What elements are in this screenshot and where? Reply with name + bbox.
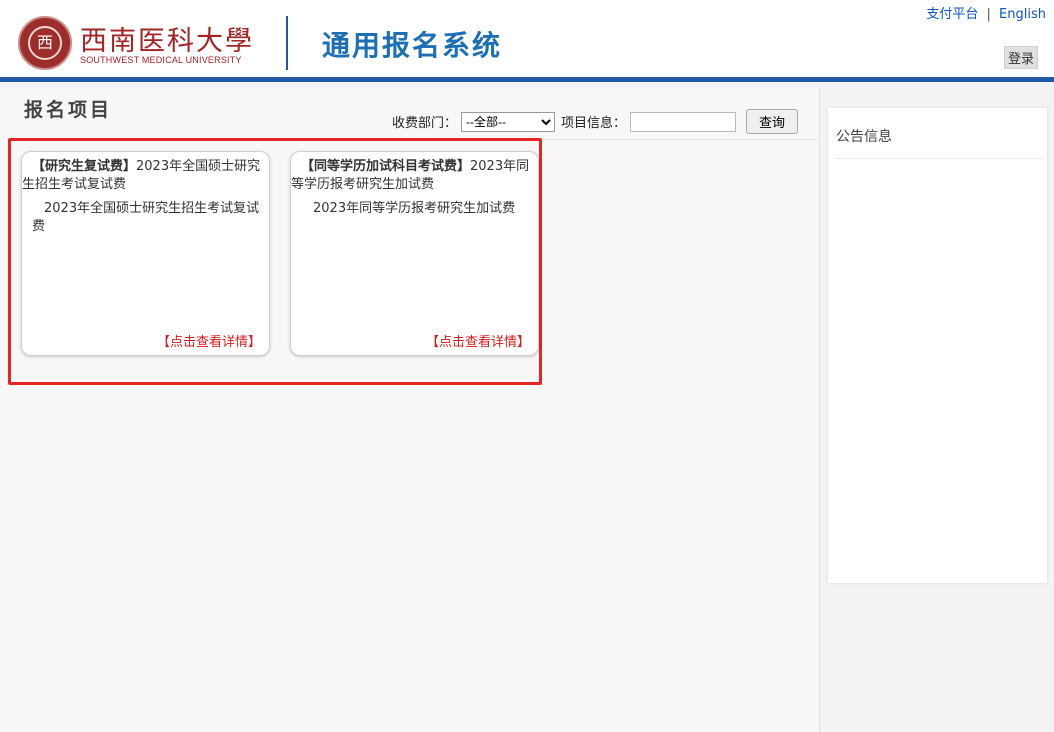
english-link[interactable]: English: [999, 7, 1046, 22]
notice-panel: 公告信息: [828, 108, 1047, 583]
card-title: 【研究生复试费】2023年全国硕士研究生招生考试复试费: [22, 158, 270, 194]
department-select[interactable]: --全部--: [461, 111, 556, 132]
filter-bar: 收费部门： --全部-- 项目信息： 查询: [392, 109, 799, 134]
university-name-cn: 西南医科大學: [80, 26, 254, 57]
header-divider: [286, 16, 288, 70]
system-title: 通用报名系统: [322, 29, 503, 62]
department-label: 收费部门：: [392, 116, 458, 131]
view-details-link[interactable]: 【点击查看详情】: [426, 331, 530, 350]
login-button[interactable]: 登录: [1003, 46, 1038, 69]
filter-divider: [540, 139, 818, 140]
project-card[interactable]: 【同等学历加试科目考试费】2023年同等学历报考研究生加试费 2023年同等学历…: [290, 151, 539, 356]
view-details-link[interactable]: 【点击查看详情】: [157, 331, 261, 350]
project-info-label: 项目信息：: [561, 116, 627, 131]
main-panel: 报名项目 收费部门： --全部-- 项目信息： 查询 【研究生复试费】2023年…: [0, 87, 820, 732]
university-seal-icon: 西: [18, 16, 72, 70]
card-tag: 【同等学历加试科目考试费】: [301, 159, 471, 174]
card-tag: 【研究生复试费】: [32, 159, 137, 174]
pay-platform-link[interactable]: 支付平台: [926, 7, 978, 22]
university-name-en: SOUTHWEST MEDICAL UNIVERSITY: [80, 55, 242, 65]
header: 西 西南医科大學 SOUTHWEST MEDICAL UNIVERSITY 通用…: [0, 0, 1054, 82]
project-card[interactable]: 【研究生复试费】2023年全国硕士研究生招生考试复试费 2023年全国硕士研究生…: [21, 151, 270, 356]
project-info-input[interactable]: [630, 111, 737, 132]
card-description: 2023年全国硕士研究生招生考试复试费: [32, 201, 260, 234]
notice-title: 公告信息: [836, 129, 892, 145]
seal-char: 西: [28, 26, 62, 60]
card-title: 【同等学历加试科目考试费】2023年同等学历报考研究生加试费: [291, 158, 539, 194]
university-logo[interactable]: 西 西南医科大學 SOUTHWEST MEDICAL UNIVERSITY: [18, 16, 278, 74]
notice-divider: [834, 158, 1044, 159]
link-separator: |: [986, 7, 991, 22]
top-links: 支付平台 | English: [926, 3, 1046, 22]
card-description: 2023年同等学历报考研究生加试费: [313, 201, 516, 216]
section-title: 报名项目: [24, 99, 113, 121]
search-button[interactable]: 查询: [746, 109, 799, 134]
